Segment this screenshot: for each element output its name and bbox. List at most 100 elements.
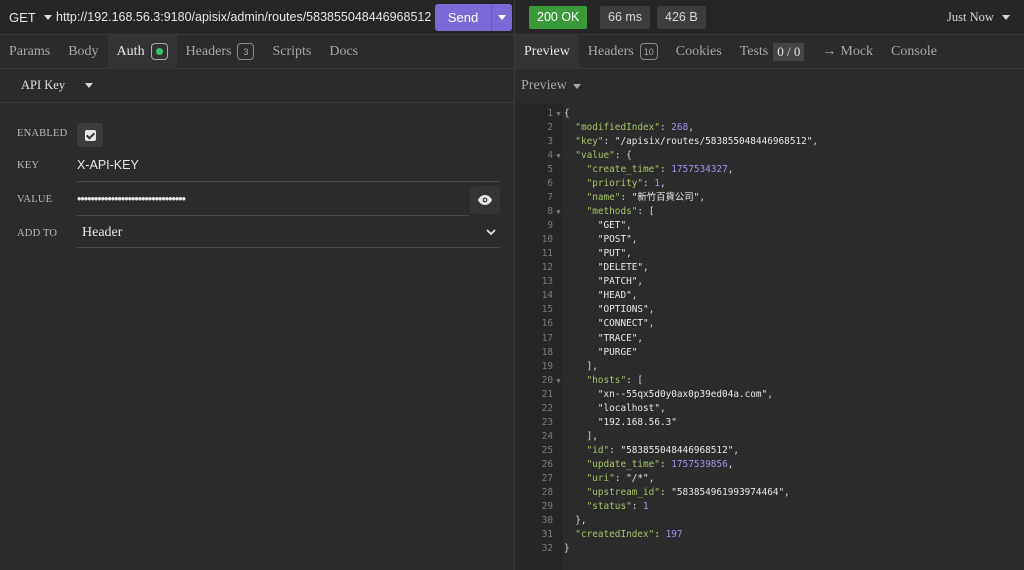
tab-label: Mock — [840, 43, 874, 59]
preview-mode-dropdown[interactable]: Preview — [521, 69, 581, 103]
code-text: "PUT", — [597, 248, 632, 260]
arrow-right-icon: → — [822, 43, 837, 59]
show-password-button[interactable] — [470, 186, 500, 214]
code-text: "hosts": [ — [586, 374, 644, 386]
line-number: 13 — [541, 276, 553, 288]
code-text: ], — [564, 360, 598, 372]
code-line: 26 "update_time": 1757539856, — [515, 458, 818, 472]
tab-body[interactable]: Body — [59, 35, 107, 69]
line-number: 21 — [541, 388, 553, 400]
tab-docs[interactable]: Docs — [320, 35, 367, 69]
key-input[interactable] — [77, 149, 500, 181]
tab-cookies[interactable]: Cookies — [667, 35, 731, 69]
add-to-value: Header — [82, 224, 123, 240]
code-text: "status": 1 — [586, 500, 649, 512]
send-button[interactable]: Send — [435, 4, 491, 31]
code-line: 2 "modifiedIndex": 268, — [515, 121, 818, 135]
code-text: "PATCH", — [597, 276, 644, 288]
code-text: "createdIndex": 197 — [575, 528, 683, 540]
value-field[interactable] — [77, 183, 469, 216]
json-code: 1 ▼{2 "modifiedIndex": 268, 3 "key": "/api… — [515, 107, 818, 556]
line-number: 26 — [541, 458, 553, 470]
tab-label: Headers — [587, 43, 634, 59]
tab-preview[interactable]: Preview — [515, 34, 579, 69]
response-body-viewer[interactable]: 1 ▼{2 "modifiedIndex": 268, 3 "key": "/api… — [515, 103, 1024, 570]
code-line: 28 "upstream_id": "583854961993974464", — [515, 486, 818, 500]
code-text: "xn--55qx5d0y0ax0p39ed04a.com", — [597, 388, 773, 400]
code-text: ], — [564, 430, 598, 442]
chevron-down-icon — [43, 15, 52, 20]
code-text: "update_time": 1757539856, — [586, 458, 734, 470]
value-input[interactable] — [77, 183, 469, 215]
line-number: 7 — [547, 192, 553, 204]
response-history-dropdown[interactable]: Just Now — [947, 0, 1010, 35]
line-number: 10 — [541, 234, 553, 246]
code-text: "modifiedIndex": 268, — [575, 122, 694, 134]
line-number: 3 — [547, 136, 553, 148]
tab-label: Scripts — [272, 43, 312, 59]
tab-console[interactable]: Console — [882, 35, 946, 69]
line-number: 19 — [541, 360, 553, 372]
tab-label: Auth — [116, 43, 145, 59]
chevron-down-icon — [1001, 15, 1010, 20]
tab-label: Console — [891, 43, 937, 59]
tab-label: Tests — [739, 43, 769, 59]
code-line: 19 ], — [515, 360, 818, 374]
eye-icon — [478, 195, 492, 205]
code-text: "TRACE", — [597, 332, 644, 344]
add-to-select[interactable]: Header — [77, 218, 500, 248]
code-line: 5 "create_time": 1757534327, — [515, 163, 818, 177]
tab-tests[interactable]: Tests 0 / 0 — [731, 35, 814, 69]
code-text: "HEAD", — [597, 290, 638, 302]
code-line: 21 "xn--55qx5d0y0ax0p39ed04a.com", — [515, 388, 818, 402]
code-text: "DELETE", — [597, 262, 649, 274]
key-field[interactable] — [77, 149, 500, 182]
fold-caret-icon[interactable]: ▼ — [553, 205, 564, 219]
line-number: 25 — [541, 444, 553, 456]
response-time-badge: 66 ms — [600, 6, 651, 29]
tab-params[interactable]: Params — [0, 35, 59, 69]
line-number: 17 — [541, 332, 553, 344]
tab-response-headers[interactable]: Headers 10 — [579, 35, 667, 69]
line-number: 16 — [541, 318, 553, 330]
tab-headers[interactable]: Headers 3 — [177, 35, 264, 69]
method-selector[interactable]: GET — [9, 0, 52, 35]
code-line: 31 "createdIndex": 197 — [515, 528, 818, 542]
line-number: 28 — [541, 486, 553, 498]
chevron-down-icon — [85, 83, 94, 88]
code-line: 11 "PUT", — [515, 247, 818, 261]
tab-scripts[interactable]: Scripts — [263, 35, 320, 69]
code-line: 12 "DELETE", — [515, 261, 818, 275]
fold-caret-icon[interactable]: ▼ — [553, 107, 564, 121]
line-number: 23 — [541, 416, 553, 428]
code-text: } — [564, 542, 570, 554]
code-line: 16 "CONNECT", — [515, 317, 818, 331]
tab-mock[interactable]: → Mock — [813, 35, 882, 69]
fold-caret-icon[interactable]: ▼ — [553, 374, 564, 388]
fold-caret-icon[interactable]: ▼ — [553, 149, 564, 163]
value-label: VALUE — [17, 194, 53, 205]
send-options-button[interactable] — [491, 4, 512, 31]
tab-auth[interactable]: Auth — [107, 34, 177, 69]
tab-label: Headers — [185, 43, 232, 59]
tab-label: Preview — [524, 43, 570, 59]
line-number: 27 — [541, 472, 553, 484]
line-number: 2 — [547, 122, 553, 134]
code-text: "POST", — [597, 234, 638, 246]
url-input[interactable]: http://192.168.56.3:9180/apisix/admin/ro… — [56, 0, 431, 35]
code-line: 1 ▼{ — [515, 107, 818, 121]
auth-type-dropdown[interactable]: API Key — [0, 69, 514, 103]
enabled-checkbox[interactable] — [77, 123, 103, 147]
